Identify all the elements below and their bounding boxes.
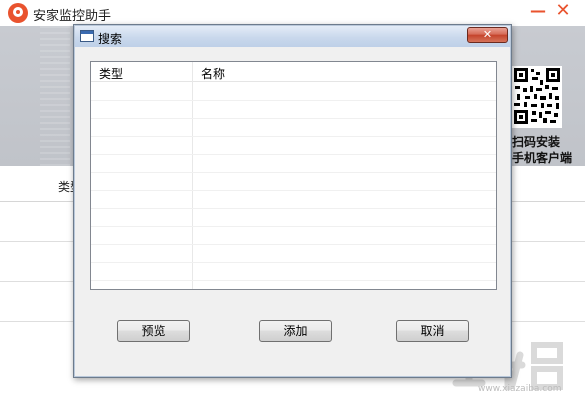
preview-button[interactable]: 预览: [117, 320, 190, 342]
app-title: 安家监控助手: [33, 9, 112, 24]
dialog-close-button[interactable]: ✕: [467, 27, 508, 43]
add-button[interactable]: 添加: [259, 320, 332, 342]
list-item[interactable]: [91, 173, 496, 191]
watermark-url: www.xiazaiba.com: [478, 384, 562, 394]
list-item[interactable]: [91, 191, 496, 209]
main-titlebar: 安家监控助手 — ✕: [0, 0, 585, 26]
cancel-button[interactable]: 取消: [396, 320, 469, 342]
list-item[interactable]: [91, 155, 496, 173]
list-item[interactable]: [91, 119, 496, 137]
list-item[interactable]: [91, 83, 496, 101]
qr-caption-line2: 手机客户端: [512, 151, 573, 165]
close-icon[interactable]: ✕: [553, 2, 573, 22]
search-result-list[interactable]: 类型 名称: [90, 61, 497, 290]
dialog-titlebar[interactable]: 搜索 ✕: [75, 26, 510, 47]
list-item[interactable]: [91, 137, 496, 155]
banner-decoration: [40, 26, 70, 166]
window-icon: [80, 30, 94, 42]
dialog-body: 类型 名称 预览 添加 取消: [81, 52, 505, 372]
column-header-name[interactable]: 名称: [201, 65, 225, 82]
list-item[interactable]: [91, 101, 496, 119]
column-header-type[interactable]: 类型: [99, 65, 123, 82]
search-dialog: 搜索 ✕ 类型 名称 预览 添加 取消: [73, 24, 512, 378]
list-item[interactable]: [91, 227, 496, 245]
camera-logo-icon: [8, 3, 28, 23]
list-item[interactable]: [91, 209, 496, 227]
list-header: 类型 名称: [91, 62, 496, 82]
list-item[interactable]: [91, 263, 496, 281]
list-rows: [91, 83, 496, 281]
minimize-icon[interactable]: —: [529, 3, 547, 21]
list-item[interactable]: [91, 245, 496, 263]
qr-caption-line1: 扫码安装: [512, 135, 561, 149]
qr-code: [512, 66, 562, 128]
dialog-title: 搜索: [98, 32, 123, 46]
